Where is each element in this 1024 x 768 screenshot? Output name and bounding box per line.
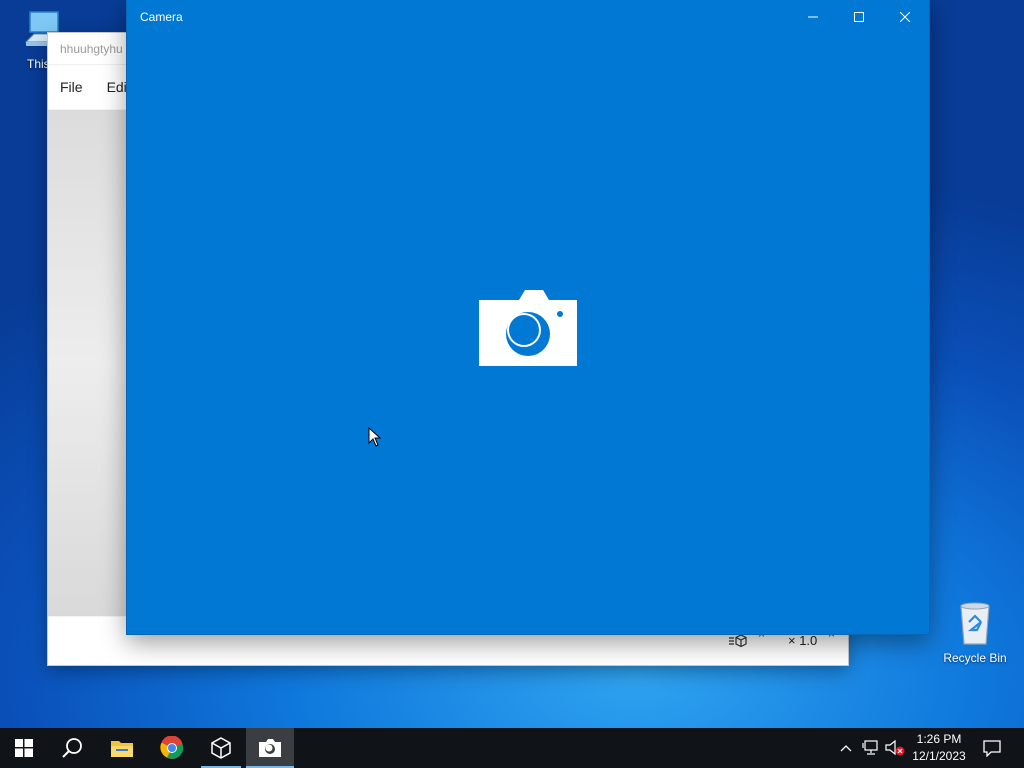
notifications-icon: [983, 739, 1001, 757]
zoom-level: × 1.0: [788, 633, 818, 648]
windows-logo-icon: [15, 739, 33, 757]
chevron-up-icon: [840, 745, 852, 752]
chrome-icon: [160, 736, 184, 759]
network-button[interactable]: [860, 728, 882, 768]
file-explorer-button[interactable]: [98, 728, 146, 768]
minimize-icon: [808, 16, 818, 17]
show-hidden-icons-button[interactable]: [836, 728, 856, 768]
camera-taskbar-button[interactable]: [246, 728, 294, 768]
clock[interactable]: 1:26 PM 12/1/2023: [906, 731, 972, 765]
3d-viewer-button[interactable]: [197, 728, 245, 768]
clock-time: 1:26 PM: [916, 732, 962, 746]
chrome-button[interactable]: [148, 728, 196, 768]
camera-window[interactable]: Camera: [127, 0, 929, 634]
camera-window-title: Camera: [140, 10, 183, 24]
maximize-button[interactable]: [836, 0, 882, 33]
recycle-bin-desktop-icon[interactable]: Recycle Bin: [937, 600, 1013, 665]
close-icon: [900, 11, 910, 22]
start-button[interactable]: [0, 728, 48, 768]
search-button[interactable]: [48, 728, 96, 768]
volume-button[interactable]: [884, 728, 906, 768]
volume-muted-icon: [885, 740, 905, 756]
close-button[interactable]: [882, 0, 928, 33]
lighting-icon[interactable]: [728, 634, 748, 651]
cube-icon: [211, 737, 231, 759]
camera-icon: [259, 739, 281, 757]
taskbar: 1:26 PM 12/1/2023: [0, 728, 1024, 768]
search-icon: [62, 738, 82, 758]
recycle-bin-label: Recycle Bin: [943, 651, 1007, 665]
mouse-cursor-icon: [368, 426, 382, 452]
recycle-bin-icon: [937, 600, 1013, 649]
notifications-button[interactable]: [980, 728, 1004, 768]
maximize-icon: [854, 11, 864, 22]
network-icon: [862, 740, 878, 755]
menu-file[interactable]: File: [60, 79, 83, 95]
camera-titlebar[interactable]: Camera: [127, 0, 929, 33]
camera-icon: [479, 290, 577, 371]
clock-date: 12/1/2023: [912, 749, 966, 763]
minimize-button[interactable]: [790, 0, 836, 33]
folder-icon: [111, 741, 133, 757]
